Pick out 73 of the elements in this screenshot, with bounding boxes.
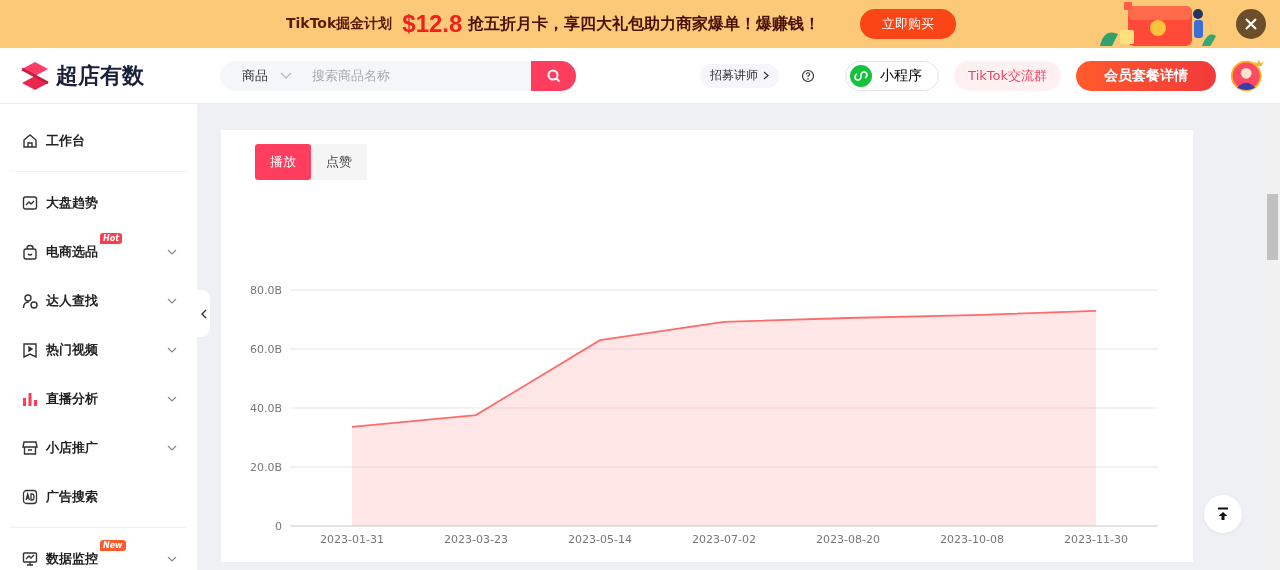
back-to-top-button[interactable] <box>1204 495 1242 533</box>
sidebar-label: 数据监控 <box>46 549 98 568</box>
recruit-link[interactable]: 招募讲师 <box>700 63 780 88</box>
person-icon <box>22 292 38 309</box>
bag-icon <box>22 243 38 260</box>
x-axis-label: 2023-11-30 <box>1064 533 1128 546</box>
sidebar-label: 工作台 <box>46 131 85 150</box>
sidebar-label: 小店推广 <box>46 438 98 457</box>
buy-now-button[interactable]: 立即购买 <box>860 9 957 39</box>
help-icon[interactable] <box>801 68 816 83</box>
sidebar-item[interactable]: 大盘趋势 <box>10 178 187 227</box>
sidebar-item[interactable]: 直播分析 <box>10 374 187 423</box>
chevron-icon <box>167 346 177 353</box>
x-axis-label: 2023-10-08 <box>940 533 1004 546</box>
x-axis-label: 2023-03-23 <box>444 533 508 546</box>
chevron-icon <box>167 248 177 255</box>
collapse-handle[interactable] <box>197 290 210 337</box>
chevron-icon <box>280 71 292 80</box>
video-icon <box>22 341 38 358</box>
arrow-up-icon <box>1217 507 1229 521</box>
shop-icon <box>22 439 38 456</box>
sidebar-label: 电商选品 <box>46 242 98 261</box>
sidebar-item[interactable]: 热门视频 <box>10 325 187 374</box>
badge: New <box>100 540 126 551</box>
sidebar-item[interactable]: 工作台 <box>10 116 187 165</box>
bars-icon <box>22 390 38 407</box>
category-dropdown[interactable]: 商品 <box>220 60 302 91</box>
sidebar-item[interactable]: 达人查找 <box>10 276 187 325</box>
y-axis-label: 40.0B <box>249 402 282 415</box>
chevron-icon <box>167 555 177 562</box>
sidebar-item[interactable]: 数据监控 New <box>10 534 187 570</box>
chevron-icon <box>763 71 770 80</box>
mini-program-button[interactable]: 小程序 <box>845 60 940 91</box>
x-axis-label: 2023-01-31 <box>320 533 384 546</box>
sidebar-label: 大盘趋势 <box>46 193 98 212</box>
y-axis-label: 60.0B <box>249 343 282 356</box>
link-icon <box>850 64 873 87</box>
tab[interactable]: 点赞 <box>311 144 367 180</box>
sidebar-item[interactable]: 电商选品 Hot <box>10 227 187 276</box>
home-icon <box>22 132 38 149</box>
search-button[interactable] <box>531 60 576 91</box>
close-button[interactable] <box>1236 9 1266 39</box>
x-axis-label: 2023-08-20 <box>816 533 880 546</box>
chevron-icon <box>167 444 177 451</box>
sidebar-label: 热门视频 <box>46 340 98 359</box>
avatar[interactable] <box>1230 57 1266 94</box>
ad-icon <box>22 488 38 505</box>
banner-slogan: 抢五折月卡，享四大礼包助力商家爆单！爆赚钱！ <box>468 13 821 35</box>
sidebar-label: 达人查找 <box>46 291 98 310</box>
search-bar[interactable]: 商品 搜索商品名称 <box>220 60 576 91</box>
chevron-icon <box>200 308 207 319</box>
x-axis-label: 2023-07-02 <box>692 533 756 546</box>
search-field[interactable]: 搜索商品名称 <box>302 68 531 83</box>
logo-icon <box>20 60 50 91</box>
chevron-icon <box>167 395 177 402</box>
sidebar-label: 直播分析 <box>46 389 98 408</box>
logo-text: 超店有数 <box>56 61 144 90</box>
chevron-icon <box>167 297 177 304</box>
sidebar-label: 广告搜索 <box>46 487 98 506</box>
membership-button[interactable]: 会员套餐详情 <box>1076 60 1216 91</box>
search-icon <box>546 68 561 83</box>
monitor-icon <box>22 550 38 567</box>
x-axis-label: 2023-05-14 <box>568 533 632 546</box>
sidebar-item[interactable]: 小店推广 <box>10 423 187 472</box>
banner-price: $12.8 <box>402 10 463 38</box>
sidebar-item[interactable]: 广告搜索 <box>10 472 187 521</box>
banner-title: TikTok掘金计划 <box>286 15 393 33</box>
badge: Hot <box>100 233 122 244</box>
y-axis-label: 0 <box>275 520 282 533</box>
y-axis-label: 20.0B <box>249 461 282 474</box>
close-icon <box>1244 17 1258 31</box>
trend-icon <box>22 194 38 211</box>
y-axis-label: 80.0B <box>249 284 282 297</box>
